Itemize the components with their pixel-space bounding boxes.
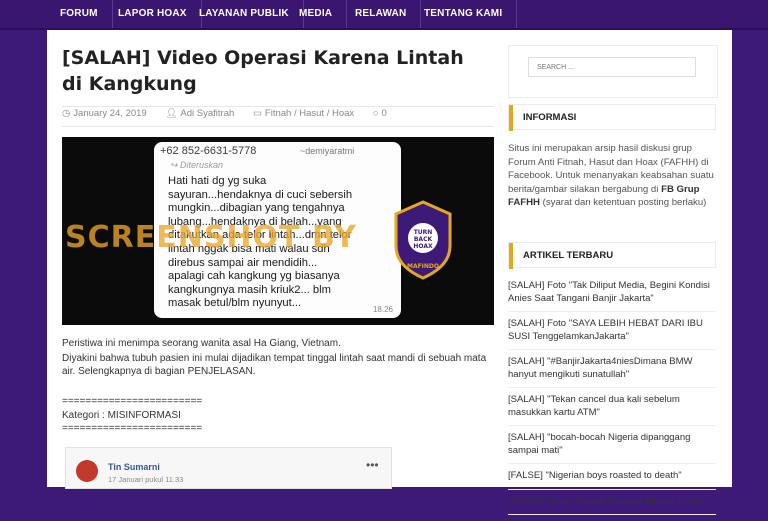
article-link[interactable]: [SALAH] "bocah-bocah Nigeria dipanggang … xyxy=(508,432,716,464)
post-date: ◷ January 24, 2019 xyxy=(62,108,155,119)
article-link[interactable]: [SALAH] "#BanjirJakarta4niesDimana BMW h… xyxy=(508,356,716,388)
forward-icon: ↪ xyxy=(170,160,181,170)
sender-number: +62 852-6631-5778 xyxy=(160,145,257,157)
facebook-post-embed: Tin Sumarni 17 Januari pukul 11.33 ••• xyxy=(65,447,392,489)
accent-bar xyxy=(509,105,513,131)
post-author[interactable]: 👤︎ Adi Syafitrah xyxy=(165,108,242,119)
separator-line: ======================== xyxy=(62,423,203,434)
more-options-icon[interactable]: ••• xyxy=(366,458,379,472)
post-category[interactable]: ▭ Fitnah / Hasut / Hoax xyxy=(253,108,362,119)
search-input[interactable]: SEARCH ... xyxy=(528,57,696,77)
article-link[interactable]: [SALAH] Foto "SAYA LEBIH HEBAT DARI IBU … xyxy=(508,318,716,350)
articles-widget-header: ARTIKEL TERBARU xyxy=(508,242,716,269)
top-navigation: FORUM LAPOR HOAX LAYANAN PUBLIK MEDIA RE… xyxy=(0,0,768,30)
post-comments[interactable]: ○ 0 xyxy=(373,108,395,119)
message-line: Hati hati dg yg suka xyxy=(168,175,267,187)
articles-widget-title: ARTIKEL TERBARU xyxy=(523,250,614,261)
message-line: mungkin...dibagian yang tengahnya xyxy=(168,202,345,215)
forwarded-label: ↪ Diteruskan xyxy=(170,160,223,171)
fb-author-name[interactable]: Tin Sumarni xyxy=(108,462,160,472)
message-line: apalagi cah kangkung yg biasanya xyxy=(168,270,340,283)
svg-text:BACK: BACK xyxy=(414,236,433,243)
accent-bar xyxy=(509,243,513,269)
message-line: direbus sampai air mendidih... xyxy=(168,256,318,269)
svg-text:HOAX: HOAX xyxy=(413,243,433,250)
svg-text:MAFINDO: MAFINDO xyxy=(407,263,439,270)
message-line: sayuran...hendaknya di cuci sebersih xyxy=(168,188,353,201)
fb-post-date: 17 Januari pukul 11.33 xyxy=(108,475,184,484)
message-line: kangkungnya masih kriuk2... blm xyxy=(168,283,331,296)
nav-tentang-kami[interactable]: TENTANG KAMI xyxy=(410,0,518,28)
info-widget-title: INFORMASI xyxy=(523,112,577,123)
post-meta: ◷ January 24, 2019 👤︎ Adi Syafitrah ▭ Fitna… xyxy=(62,106,494,127)
post-comments-count[interactable]: 0 xyxy=(382,108,387,119)
nav-forum[interactable]: FORUM xyxy=(46,0,113,28)
post-paragraph: Peristiwa ini menimpa seorang wanita asa… xyxy=(62,338,341,349)
comment-icon: ○ xyxy=(372,108,379,119)
sender-nickname: ~demiyaratmi xyxy=(300,146,355,156)
article-link[interactable]: [SALAH] Foto "Tak Diliput Media, Begini … xyxy=(508,280,716,312)
message-time: 18.26 xyxy=(372,305,393,314)
avatar xyxy=(76,460,98,482)
post-paragraph: Diyakini bahwa tubuh pasien ini mulai di… xyxy=(62,353,487,377)
folder-icon: ▭ xyxy=(252,108,262,119)
separator-line: ======================== xyxy=(62,396,203,407)
recent-articles-list: [SALAH] Foto "Tak Diliput Media, Begini … xyxy=(508,280,716,521)
article-link[interactable]: [SALAH] "Tekan cancel dua kali sebelum m… xyxy=(508,394,716,426)
post-author-text[interactable]: Adi Syafitrah xyxy=(180,108,234,119)
info-text: Situs ini merupakan arsip hasil diskusi … xyxy=(508,142,716,210)
featured-image: +62 852-6631-5778 ~demiyaratmi ↪ Diterus… xyxy=(62,137,494,325)
article-link[interactable]: [SALAH] Video "Terjadi Tsunami Malam Tah… xyxy=(508,496,716,515)
mafindo-seal-icon: TURN BACK HOAX MAFINDO xyxy=(394,200,452,280)
post-date-text: January 24, 2019 xyxy=(73,108,147,119)
forwarded-text: Diteruskan xyxy=(180,160,224,170)
info-widget-header: INFORMASI xyxy=(508,104,716,131)
svg-text:TURN: TURN xyxy=(414,229,433,236)
clock-icon: ◷ xyxy=(62,108,71,119)
post-title: [SALAH] Video Operasi Karena Lintah di K… xyxy=(62,47,464,95)
screenshot-watermark: SCREENSHOT BY xyxy=(65,220,357,255)
nav-media[interactable]: MEDIA xyxy=(285,0,348,28)
category-label: Kategori : MISINFORMASI xyxy=(62,410,181,421)
post-category-text[interactable]: Fitnah / Hasut / Hoax xyxy=(265,108,354,119)
message-line: masak betul/blm nyunyut... xyxy=(168,297,302,310)
user-icon: 👤︎ xyxy=(165,108,178,119)
info-text-tail: (syarat dan ketentuan posting berlaku) xyxy=(539,197,707,208)
